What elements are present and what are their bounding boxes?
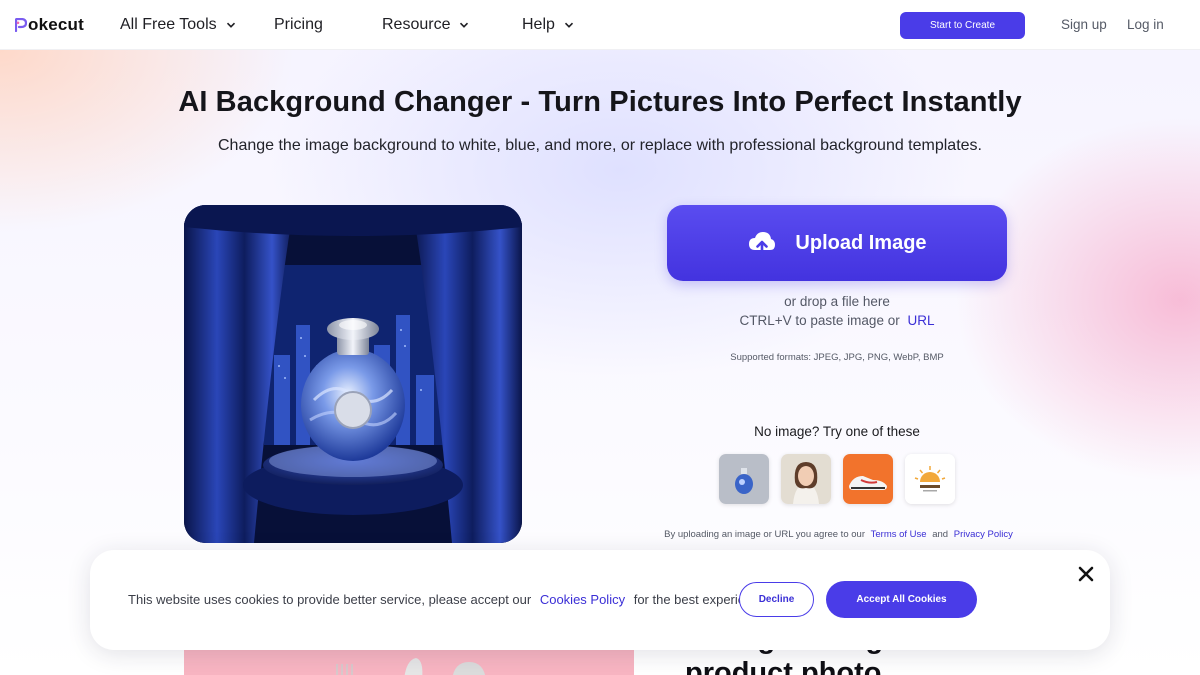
- close-icon[interactable]: [1076, 564, 1096, 584]
- nav-help-label: Help: [522, 16, 555, 33]
- drop-file-hint: or drop a file here: [784, 294, 890, 309]
- cookies-policy-link[interactable]: Cookies Policy: [540, 592, 625, 607]
- top-nav: okecut All Free Tools Pricing Resource H…: [0, 0, 1200, 50]
- nav-pricing-label: Pricing: [274, 16, 323, 33]
- sample-images: [719, 454, 955, 504]
- sample-woman-portrait[interactable]: [781, 454, 831, 504]
- url-link[interactable]: URL: [907, 313, 934, 328]
- cookie-banner: This website uses cookies to provide bet…: [90, 550, 1110, 650]
- and-text: and: [932, 529, 949, 540]
- terms-of-use-link[interactable]: Terms of Use: [871, 529, 927, 540]
- nav-all-free-tools-label: All Free Tools: [120, 16, 217, 33]
- nav-pricing[interactable]: Pricing: [274, 14, 323, 36]
- upload-image-label: Upload Image: [795, 231, 927, 254]
- chevron-down-icon: [226, 22, 235, 28]
- sign-up-link[interactable]: Sign up: [1061, 17, 1107, 32]
- sample-perfume-bottle[interactable]: [719, 454, 769, 504]
- nav-resource[interactable]: Resource: [382, 14, 469, 36]
- accept-all-cookies-button[interactable]: Accept All Cookies: [826, 581, 977, 618]
- perfume-scene-graphic: [184, 205, 522, 543]
- log-in-link[interactable]: Log in: [1127, 17, 1164, 32]
- sample-sneaker[interactable]: [843, 454, 893, 504]
- nav-help[interactable]: Help: [522, 14, 574, 36]
- paste-hint-text: CTRL+V to paste image or: [739, 313, 900, 328]
- supported-formats: Supported formats: JPEG, JPG, PNG, WebP,…: [730, 352, 944, 363]
- page-title: AI Background Changer - Turn Pictures In…: [178, 86, 1022, 118]
- logo-text: okecut: [28, 15, 84, 34]
- decline-cookies-button[interactable]: Decline: [739, 582, 814, 617]
- agree-text: By uploading an image or URL you agree t…: [664, 529, 865, 540]
- terms-agreement: By uploading an image or URL you agree t…: [580, 529, 1100, 540]
- logo[interactable]: okecut: [15, 14, 84, 36]
- paste-hint: CTRL+V to paste image or URL: [667, 313, 1007, 328]
- cookie-message: This website uses cookies to provide bet…: [128, 592, 766, 607]
- upload-image-button[interactable]: Upload Image: [667, 205, 1007, 281]
- try-samples-heading: No image? Try one of these: [754, 424, 920, 439]
- cloud-upload-icon: [749, 232, 776, 256]
- privacy-policy-link[interactable]: Privacy Policy: [954, 529, 1013, 540]
- start-to-create-button[interactable]: Start to Create: [900, 12, 1025, 39]
- page-subtitle: Change the image background to white, bl…: [217, 137, 982, 154]
- nav-all-free-tools[interactable]: All Free Tools: [120, 14, 236, 36]
- sample-logo-sunrise[interactable]: [905, 454, 955, 504]
- nav-resource-label: Resource: [382, 16, 451, 33]
- cookie-text-start: This website uses cookies to provide bet…: [128, 592, 532, 607]
- chevron-down-icon: [564, 22, 573, 28]
- product-showcase-image: [184, 205, 522, 543]
- pokecut-logo-mark: [15, 18, 27, 32]
- chevron-down-icon: [460, 22, 469, 28]
